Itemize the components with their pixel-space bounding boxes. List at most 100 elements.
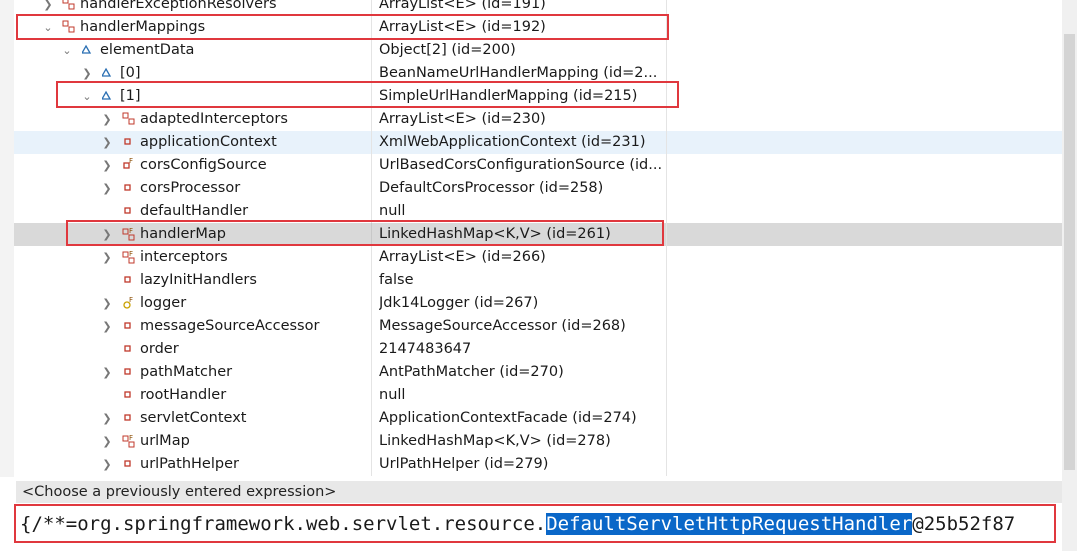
variable-value: Jdk14Logger (id=267)	[379, 295, 539, 311]
scrollbar-thumb[interactable]	[1064, 34, 1075, 470]
field-object-icon	[62, 0, 76, 16]
tree-row[interactable]: rootHandler null	[14, 384, 1062, 407]
private-field-icon	[122, 338, 136, 361]
variable-value: ArrayList<E> (id=191)	[379, 0, 546, 12]
variable-name: interceptors	[140, 249, 228, 265]
variable-value: null	[379, 203, 406, 219]
variable-name: urlMap	[140, 433, 190, 449]
private-field-icon	[122, 407, 136, 430]
chevron-right-icon[interactable]: ❯	[101, 407, 113, 430]
variable-name: [0]	[120, 65, 141, 81]
variable-value: ArrayList<E> (id=266)	[379, 249, 546, 265]
tree-row[interactable]: ❯ corsProcessor DefaultCorsProcessor (id=…	[14, 177, 1062, 200]
triangle-field-icon	[102, 85, 116, 108]
chevron-right-icon[interactable]: ❯	[101, 430, 113, 453]
chevron-right-icon[interactable]: ❯	[101, 246, 113, 269]
final-field-object-icon: F	[122, 246, 136, 269]
tree-row[interactable]: ❯ pathMatcher AntPathMatcher (id=270)	[14, 361, 1062, 384]
variable-name: rootHandler	[140, 387, 227, 403]
variable-name: handlerExceptionResolvers	[80, 0, 277, 12]
svg-text:F: F	[129, 250, 133, 258]
expression-history-dropdown[interactable]: <Choose a previously entered expression>	[16, 481, 1062, 503]
tree-row[interactable]: ❯ applicationContext XmlWebApplicationCon…	[14, 131, 1062, 154]
variable-name: pathMatcher	[140, 364, 233, 380]
variable-value: Object[2] (id=200)	[379, 42, 516, 58]
private-field-icon	[122, 384, 136, 407]
svg-text:F: F	[129, 434, 133, 442]
triangle-field-icon	[102, 62, 116, 85]
variable-name: servletContext	[140, 410, 247, 426]
tree-row[interactable]: ❯ Finterceptors ArrayList<E> (id=266)	[14, 246, 1062, 269]
expression-selected-text: DefaultServletHttpRequestHandler	[546, 513, 913, 535]
chevron-down-icon[interactable]: ⌄	[81, 85, 93, 108]
variable-value: LinkedHashMap<K,V> (id=261)	[379, 226, 611, 242]
variable-value: BeanNameUrlHandlerMapping (id=2...	[379, 65, 658, 81]
tree-row[interactable]: defaultHandler null	[14, 200, 1062, 223]
variables-tree[interactable]: ❯ handlerExceptionResolvers ArrayList<E> …	[0, 0, 1062, 477]
variable-name: defaultHandler	[140, 203, 249, 219]
variable-name: lazyInitHandlers	[140, 272, 257, 288]
chevron-right-icon[interactable]: ❯	[81, 62, 93, 85]
variable-name: handlerMappings	[80, 19, 206, 35]
tree-row[interactable]: ❯ [0] BeanNameUrlHandlerMapping (id=2...	[14, 62, 1062, 85]
chevron-right-icon[interactable]: ❯	[101, 154, 113, 177]
chevron-right-icon[interactable]: ❯	[101, 177, 113, 200]
final-field-icon: F	[122, 154, 136, 177]
variable-name: messageSourceAccessor	[140, 318, 320, 334]
variable-value: ArrayList<E> (id=192)	[379, 19, 546, 35]
tree-row[interactable]: lazyInitHandlers false	[14, 269, 1062, 292]
variable-name: corsConfigSource	[140, 157, 267, 173]
chevron-right-icon[interactable]: ❯	[101, 315, 113, 338]
variable-value: UrlBasedCorsConfigurationSource (id...	[379, 157, 663, 173]
chevron-right-icon[interactable]: ❯	[101, 453, 113, 476]
tree-row[interactable]: ⌄ handlerMappings ArrayList<E> (id=192)	[14, 16, 1062, 39]
tree-row[interactable]: ❯ servletContext ApplicationContextFacade…	[14, 407, 1062, 430]
field-object-icon	[122, 108, 136, 131]
chevron-right-icon[interactable]: ❯	[101, 361, 113, 384]
tree-row[interactable]: ❯ adaptedInterceptors ArrayList<E> (id=23…	[14, 108, 1062, 131]
variable-value: ApplicationContextFacade (id=274)	[379, 410, 637, 426]
tree-row[interactable]: ⌄ elementData Object[2] (id=200)	[14, 39, 1062, 62]
private-field-icon	[122, 131, 136, 154]
field-object-icon	[62, 16, 76, 39]
final-field-object-icon: F	[122, 430, 136, 453]
variable-value: XmlWebApplicationContext (id=231)	[379, 134, 646, 150]
tree-row[interactable]: ❯ FurlMap LinkedHashMap<K,V> (id=278)	[14, 430, 1062, 453]
private-field-icon	[122, 315, 136, 338]
svg-text:F: F	[129, 296, 133, 304]
chevron-down-icon[interactable]: ⌄	[42, 16, 54, 39]
chevron-right-icon[interactable]: ❯	[101, 131, 113, 154]
chevron-right-icon[interactable]: ❯	[101, 292, 113, 315]
tree-row[interactable]: ❯ handlerExceptionResolvers ArrayList<E> …	[14, 0, 1062, 16]
tree-row[interactable]: ❯ messageSourceAccessor MessageSourceAcce…	[14, 315, 1062, 338]
private-field-icon	[122, 269, 136, 292]
tree-row[interactable]: ❯ Flogger Jdk14Logger (id=267)	[14, 292, 1062, 315]
chevron-right-icon[interactable]: ❯	[101, 223, 113, 246]
variable-name: corsProcessor	[140, 180, 241, 196]
expression-prefix: {/**=org.springframework.web.servlet.res…	[20, 513, 547, 535]
private-field-icon	[122, 177, 136, 200]
tree-row[interactable]: ❯ urlPathHelper UrlPathHelper (id=279)	[14, 453, 1062, 476]
chevron-down-icon[interactable]: ⌄	[61, 39, 73, 62]
chevron-right-icon[interactable]: ❯	[101, 108, 113, 131]
svg-text:F: F	[129, 158, 133, 165]
variable-name: urlPathHelper	[140, 456, 239, 472]
variable-name: logger	[140, 295, 187, 311]
tree-row[interactable]: ❯ FcorsConfigSource UrlBasedCorsConfigura…	[14, 154, 1062, 177]
expression-input[interactable]: {/**=org.springframework.web.servlet.res…	[16, 505, 1062, 545]
private-field-icon	[122, 200, 136, 223]
variable-value: AntPathMatcher (id=270)	[379, 364, 564, 380]
triangle-field-icon	[82, 39, 96, 62]
chevron-right-icon[interactable]: ❯	[42, 0, 54, 16]
private-field-icon	[122, 361, 136, 384]
variable-name: [1]	[120, 88, 141, 104]
tree-row[interactable]: order 2147483647	[14, 338, 1062, 361]
private-field-icon	[122, 453, 136, 476]
variable-name: elementData	[100, 42, 195, 58]
tree-row-selected[interactable]: ❯ FhandlerMap LinkedHashMap<K,V> (id=261)	[14, 223, 1062, 246]
variable-value: MessageSourceAccessor (id=268)	[379, 318, 626, 334]
variable-value: null	[379, 387, 406, 403]
variable-name: handlerMap	[140, 226, 226, 242]
tree-row[interactable]: ⌄ [1] SimpleUrlHandlerMapping (id=215)	[14, 85, 1062, 108]
variable-value: UrlPathHelper (id=279)	[379, 456, 549, 472]
